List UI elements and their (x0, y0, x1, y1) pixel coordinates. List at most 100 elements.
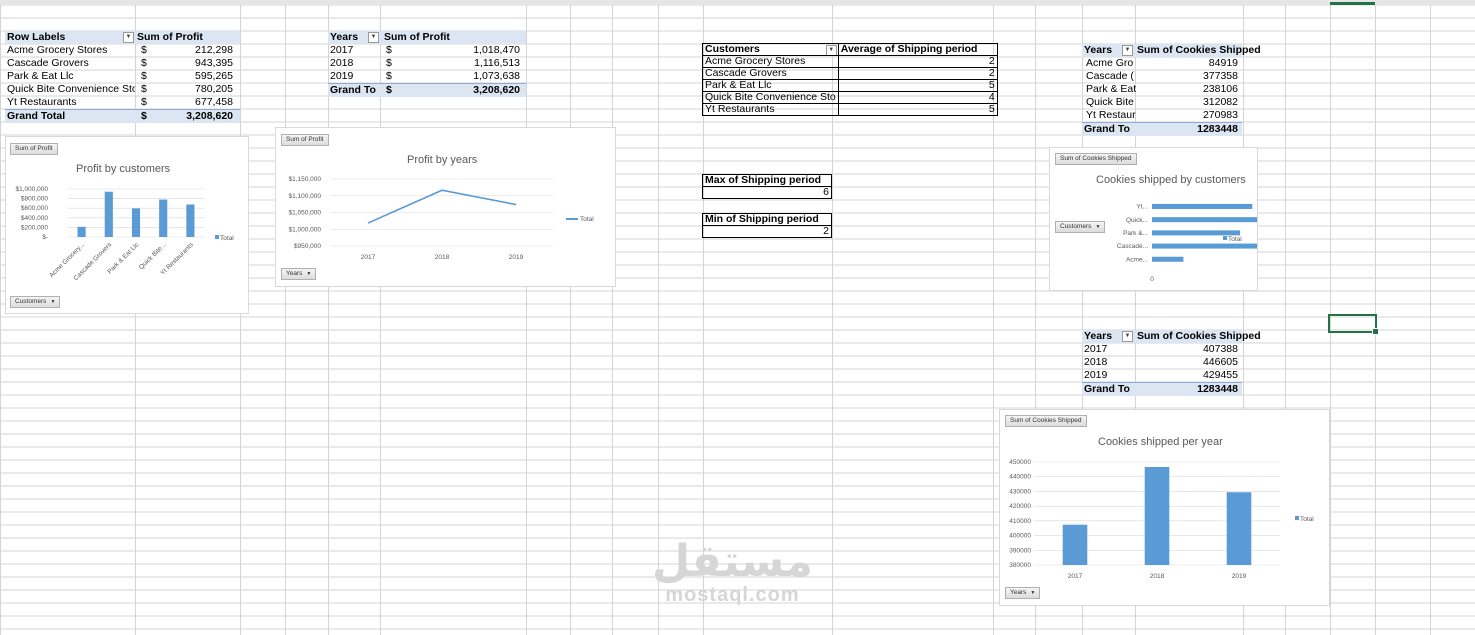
profit-value: 1,073,638 (473, 70, 520, 82)
pivot-row: Acme Gro 84919 (1082, 57, 1242, 70)
y-tick-label: $200,000 (21, 224, 48, 231)
grand-total-row: Grand Total $ 3,208,620 (5, 109, 240, 123)
table-body: Acme Grocery Stores 2 Cascade Grovers 2 Park… (702, 55, 998, 116)
row-label: Cascade ( (1086, 70, 1134, 82)
axis-field-button-years[interactable]: Years ▼ (1005, 587, 1041, 599)
cookies-value: 84919 (1208, 57, 1238, 69)
bar (186, 204, 195, 237)
row-labels-header: Row Labels (7, 31, 66, 43)
pivot-rows: 2017 407388 2018 446605 2019 429455 (1082, 343, 1242, 382)
column-header-highlight (1330, 2, 1375, 5)
y-tick-label: 420000 (1009, 503, 1031, 510)
avg-shipping-cell: 2 (837, 67, 998, 80)
pivot-profit-by-customer[interactable]: Row Labels ▼ Sum of Profit Acme Grocery … (5, 31, 240, 123)
row-label: Acme Grocery Stores (7, 44, 108, 56)
table-row: Acme Grocery Stores 2 (702, 55, 998, 68)
currency-symbol: $ (386, 44, 392, 56)
axis-field-button-customers[interactable]: Customers ▼ (10, 296, 61, 308)
pivot-rows: 2017 $1,018,470 2018 $1,116,513 2019 $1,073,6… (328, 44, 526, 83)
pivot-header-row: Years ▼ Sum of Cookies Shipped (1082, 44, 1261, 57)
bar (1144, 466, 1170, 565)
pivot-row: 2019 429455 (1082, 369, 1242, 382)
bar (1152, 256, 1184, 262)
year-label: 2017 (1084, 343, 1108, 355)
customers-filter-dropdown-icon[interactable]: ▼ (825, 45, 837, 55)
min-shipping-value: 2 (702, 225, 832, 238)
pivot-row: Yt Restaurants $677,458 (5, 96, 240, 109)
y-tick-label: $800,000 (21, 196, 48, 203)
pivot-header-row: Years ▼ Sum of Profit (328, 31, 526, 44)
chart-cookies-per-year[interactable]: Sum of Cookies Shipped Cookies shipped p… (999, 409, 1330, 606)
currency-symbol: $ (141, 57, 147, 69)
sum-of-cookies-header: Sum of Cookies Shipped (1137, 330, 1261, 342)
axis-field-button-years[interactable]: Years ▼ (281, 268, 317, 280)
grand-total-label: Grand To (1084, 383, 1130, 395)
chart-plot: $1,000,000 $800,000 $600,000 $400,000 $200,0… (15, 186, 234, 282)
y-tick-label: $1,150,000 (288, 176, 321, 183)
cookies-value: 407388 (1202, 343, 1238, 355)
y-tick-label: 450000 (1009, 459, 1031, 466)
currency-symbol: $ (386, 70, 392, 82)
pivot-row: Acme Grocery Stores $212,298 (5, 44, 240, 57)
row-label: Acme Gro (1086, 57, 1134, 69)
filter-dropdown-icon[interactable]: ▼ (1122, 330, 1133, 342)
legend-label: Total (1300, 516, 1314, 523)
pivot-row: Quick Bite 312082 (1082, 96, 1242, 109)
currency-symbol: $ (141, 96, 147, 108)
currency-symbol: $ (141, 70, 147, 82)
pivot-row: Yt Restaur 270983 (1082, 109, 1242, 122)
watermark: مستقل mostaql.com (652, 540, 813, 607)
customers-header: Customers (705, 43, 760, 55)
bar (77, 226, 86, 237)
y-tick-label: $1,000,000 (15, 186, 48, 193)
average-shipping-table[interactable]: Customers ▼ Average of Shipping period Ac… (702, 43, 998, 116)
pivot-cookies-by-customer[interactable]: Years ▼ Sum of Cookies Shipped Acme Gro 8… (1082, 44, 1261, 136)
years-header: Years (1084, 44, 1113, 56)
grand-total-value: 1283448 (1197, 123, 1238, 135)
axis-field-button-label: Years (286, 270, 303, 277)
bar (131, 208, 141, 237)
grand-total-row: Grand To 1283448 (1082, 382, 1242, 396)
y-tick-label: Quick... (1126, 217, 1148, 224)
y-tick-label: Acme... (1126, 256, 1148, 263)
chevron-down-icon: ▼ (50, 299, 56, 305)
profit-value: 943,395 (195, 57, 233, 69)
chart-profit-by-customers[interactable]: Sum of Profit Profit by customers $1,000… (5, 136, 249, 314)
table-row: Park & Eat Llc 5 (702, 79, 998, 92)
profit-value: 780,205 (195, 83, 233, 95)
legend-bar-marker (215, 235, 219, 239)
y-tick-label: 440000 (1009, 474, 1031, 481)
y-tick-label: $400,000 (21, 215, 48, 222)
years-filter-dropdown-icon[interactable]: ▼ (368, 31, 379, 43)
filter-dropdown-icon[interactable]: ▼ (1122, 44, 1133, 56)
pivot-profit-by-year[interactable]: Years ▼ Sum of Profit 2017 $1,018,470 2018… (328, 31, 526, 97)
bar (159, 199, 168, 237)
pivot-rows: Acme Grocery Stores $212,298 Cascade Grove… (5, 44, 240, 109)
row-label: Quick Bite Convenience Sto (7, 83, 135, 95)
pivot-row: Park & Eat Llc $595,265 (5, 70, 240, 83)
series-line (367, 189, 517, 224)
legend-bar-marker (1223, 236, 1227, 240)
sum-of-profit-header: Sum of Profit (137, 31, 203, 43)
row-labels-filter-dropdown-icon[interactable]: ▼ (123, 31, 134, 43)
pivot-cookies-by-year[interactable]: Years ▼ Sum of Cookies Shipped 2017 40738… (1082, 330, 1261, 396)
column-header-strip (0, 0, 1475, 5)
chart-cookies-by-customers[interactable]: Sum of Cookies Shipped Cookies shipped b… (1049, 147, 1258, 291)
pivot-row: 2018 $1,116,513 (328, 57, 526, 70)
y-tick-label: $950,000 (294, 243, 321, 250)
bar (1152, 217, 1257, 223)
customer-cell: Park & Eat Llc (702, 79, 839, 92)
chart-profit-by-years[interactable]: Sum of Profit Profit by years $1,150,000… (275, 127, 616, 287)
pivot-row: Quick Bite Convenience Sto $780,205 (5, 83, 240, 96)
row-label: Park & Eat (1086, 83, 1136, 95)
currency-symbol: $ (386, 57, 392, 69)
cookies-value: 429455 (1202, 369, 1238, 381)
year-label: 2019 (1084, 369, 1108, 381)
grand-total-value: 3,208,620 (186, 110, 233, 122)
pivot-row: 2017 407388 (1082, 343, 1242, 356)
min-shipping-box[interactable]: Min of Shipping period 2 (702, 213, 832, 238)
pivot-row: 2018 446605 (1082, 356, 1242, 369)
active-cell-selection[interactable] (1328, 314, 1379, 335)
max-shipping-box[interactable]: Max of Shipping period 6 (702, 174, 832, 199)
legend-label: Total (580, 216, 594, 223)
